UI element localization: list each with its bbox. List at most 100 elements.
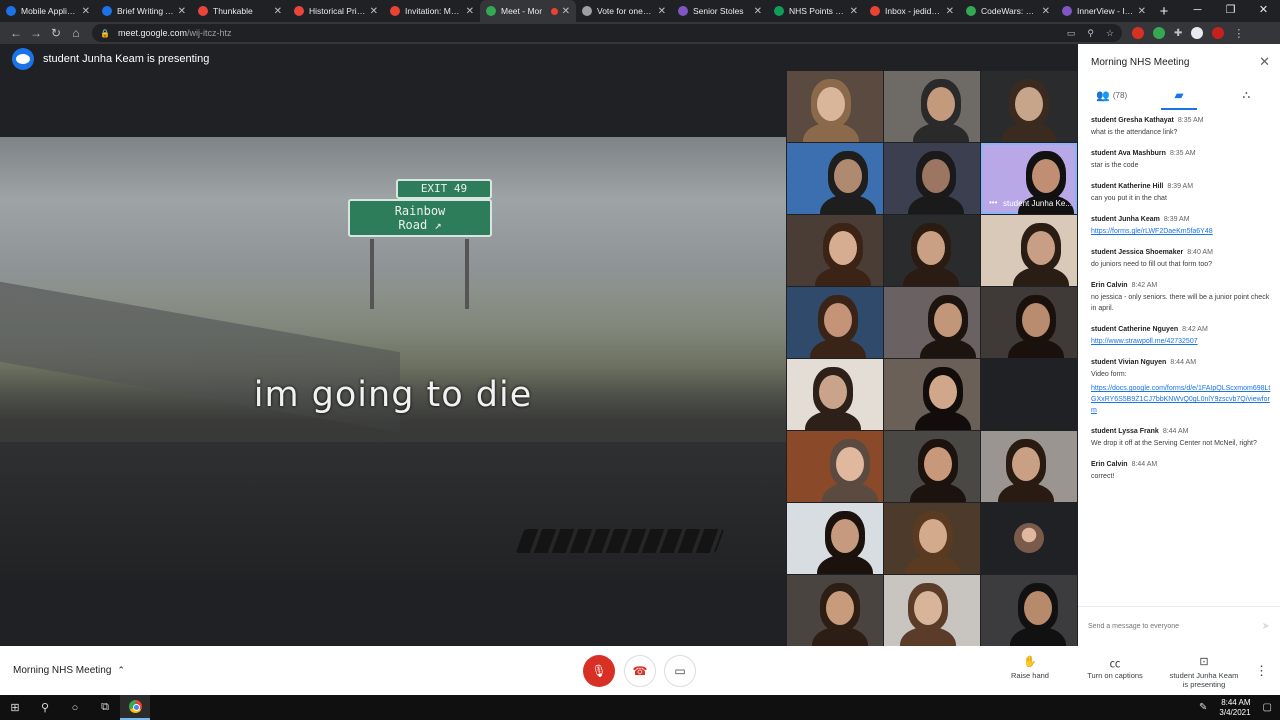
participant-tile[interactable] — [884, 215, 980, 286]
minimize-button[interactable]: ─ — [1181, 0, 1214, 22]
clock[interactable]: 8:44 AM 3/4/2021 — [1219, 698, 1250, 718]
camera-toggle-button[interactable]: ▭ — [664, 655, 696, 687]
browser-tab[interactable]: InnerView - Inne ✕ — [1056, 0, 1152, 22]
forward-button[interactable]: → — [26, 26, 46, 40]
chat-link[interactable]: https://docs.google.com/forms/d/e/1FAIpQ… — [1091, 383, 1271, 416]
participant-tile[interactable] — [787, 143, 883, 214]
extension-red-icon[interactable] — [1132, 27, 1144, 39]
participant-tile[interactable] — [787, 503, 883, 574]
chat-message: student Gresha Kathayat 8:35 AM what is th… — [1091, 117, 1271, 138]
task-view-icon[interactable]: ⧉ — [90, 701, 120, 714]
participant-tile[interactable] — [787, 359, 883, 430]
tab-close-icon[interactable]: ✕ — [562, 6, 570, 17]
browser-tab[interactable]: Invitation: Morn ✕ — [384, 0, 480, 22]
back-button[interactable]: ← — [6, 26, 26, 40]
windows-start-icon[interactable]: ⊞ — [0, 701, 30, 714]
tab-close-icon[interactable]: ✕ — [82, 6, 90, 17]
participant-shoulders — [1001, 123, 1057, 142]
window-controls: ─ ❐ ✕ — [1181, 0, 1280, 22]
tab-close-icon[interactable]: ✕ — [1138, 6, 1146, 17]
tab-close-icon[interactable]: ✕ — [370, 6, 378, 17]
home-button[interactable]: ⌂ — [66, 26, 86, 40]
participant-tile[interactable] — [884, 431, 980, 502]
participant-tile[interactable] — [787, 71, 883, 142]
participant-tile[interactable] — [787, 575, 883, 646]
tab-activities[interactable]: ⛬ — [1213, 80, 1280, 110]
participant-tile[interactable] — [787, 431, 883, 502]
pen-icon[interactable]: ✎ — [1199, 702, 1207, 713]
profile-badge-icon[interactable] — [1212, 27, 1225, 39]
browser-tab[interactable]: Brief Writing As ✕ — [96, 0, 192, 22]
captions-button[interactable]: ㏄ Turn on captions — [1080, 655, 1150, 680]
chat-input[interactable] — [1088, 623, 1262, 630]
participant-tile[interactable] — [884, 503, 980, 574]
extension-green-icon[interactable] — [1153, 27, 1165, 39]
participant-tile[interactable] — [981, 575, 1077, 646]
tab-close-icon[interactable]: ✕ — [274, 6, 282, 17]
participant-tile[interactable] — [981, 71, 1077, 142]
browser-tab[interactable]: Meet - Mor ✕ — [480, 0, 576, 22]
profile-avatar[interactable] — [1191, 27, 1204, 39]
participant-tile[interactable] — [884, 71, 980, 142]
chat-link[interactable]: https://forms.gle/rLWF2DaeKm5fa6Y48 — [1091, 226, 1271, 237]
leave-call-button[interactable]: ☎ — [624, 655, 656, 687]
participant-tile[interactable] — [884, 575, 980, 646]
camera-permission-icon[interactable]: ▭ — [1067, 28, 1076, 39]
participant-tile[interactable] — [981, 287, 1077, 358]
participant-tile[interactable] — [981, 215, 1077, 286]
participant-tile[interactable] — [981, 431, 1077, 502]
tab-people[interactable]: 👥 (78) — [1078, 80, 1145, 110]
maximize-button[interactable]: ❐ — [1214, 0, 1247, 22]
browser-menu-icon[interactable]: ⋮ — [1233, 27, 1244, 40]
zoom-icon[interactable]: ⚲ — [1087, 28, 1094, 39]
participant-tile[interactable] — [981, 503, 1077, 574]
participant-tile[interactable] — [787, 287, 883, 358]
tab-label: Vote for one Go — [597, 6, 654, 16]
participant-tile[interactable] — [884, 287, 980, 358]
browser-tab[interactable]: Thunkable ✕ — [192, 0, 288, 22]
tab-close-icon[interactable]: ✕ — [658, 6, 666, 17]
tab-close-icon[interactable]: ✕ — [466, 6, 474, 17]
tab-close-icon[interactable]: ✕ — [178, 6, 186, 17]
browser-tab[interactable]: Mobile Applicati ✕ — [0, 0, 96, 22]
browser-tab[interactable]: Vote for one Go ✕ — [576, 0, 672, 22]
presenting-button[interactable]: ⊡ student Junha Keam is presenting — [1164, 655, 1244, 689]
tab-close-icon[interactable]: ✕ — [754, 6, 762, 17]
more-options-icon[interactable]: ⋮ — [1255, 663, 1268, 679]
tab-chat[interactable]: ▰ — [1145, 80, 1212, 110]
chat-link[interactable]: http://www.strawpoll.me/42732507 — [1091, 336, 1271, 347]
address-bar[interactable]: 🔒 meet.google.com/wij-itcz-htz ▭ ⚲ ☆ — [92, 24, 1122, 42]
new-tab-button[interactable]: + — [1152, 3, 1176, 20]
puzzle-extensions-icon[interactable]: ✚ — [1174, 28, 1182, 39]
microphone-toggle-button[interactable]: 🎙 — [583, 655, 615, 687]
notifications-icon[interactable]: ▢ — [1263, 702, 1272, 713]
raise-hand-button[interactable]: ✋ Raise hand — [1004, 655, 1056, 680]
tab-close-icon[interactable]: ✕ — [850, 6, 858, 17]
close-panel-icon[interactable]: ✕ — [1259, 54, 1270, 70]
participant-tile[interactable]: ••• student Junha Ke... — [981, 143, 1077, 214]
cortana-icon[interactable]: ○ — [60, 702, 90, 714]
participant-shoulders — [998, 483, 1054, 502]
reload-button[interactable]: ↻ — [46, 26, 66, 40]
participant-tile[interactable] — [884, 143, 980, 214]
clock-date: 3/4/2021 — [1219, 707, 1251, 717]
browser-tab[interactable]: Historical Prices ✕ — [288, 0, 384, 22]
send-icon[interactable]: ➤ — [1262, 621, 1270, 632]
participant-tile[interactable] — [981, 359, 1077, 430]
browser-tab[interactable]: NHS Points She ✕ — [768, 0, 864, 22]
chat-message: student Lyssa Frank 8:44 AM We drop it off… — [1091, 428, 1271, 449]
browser-tab[interactable]: Senior Stoles ✕ — [672, 0, 768, 22]
tab-close-icon[interactable]: ✕ — [1042, 6, 1050, 17]
close-window-button[interactable]: ✕ — [1247, 0, 1280, 22]
browser-tab[interactable]: Inbox - jedidiah ✕ — [864, 0, 960, 22]
chat-panel: Morning NHS Meeting ✕ 👥 (78) ▰ ⛬ student… — [1078, 44, 1280, 646]
chat-message: student Vivian Nguyen 8:44 AM Video form: h… — [1091, 359, 1271, 416]
participant-tile[interactable] — [787, 215, 883, 286]
search-icon[interactable]: ⚲ — [30, 701, 60, 714]
meeting-details-button[interactable]: Morning NHS Meeting ⌃ — [13, 665, 125, 676]
chrome-taskbar-button[interactable] — [120, 695, 150, 720]
browser-tab[interactable]: CodeWars: Sam ✕ — [960, 0, 1056, 22]
participant-tile[interactable] — [884, 359, 980, 430]
tab-close-icon[interactable]: ✕ — [946, 6, 954, 17]
bookmark-star-icon[interactable]: ☆ — [1106, 28, 1114, 39]
